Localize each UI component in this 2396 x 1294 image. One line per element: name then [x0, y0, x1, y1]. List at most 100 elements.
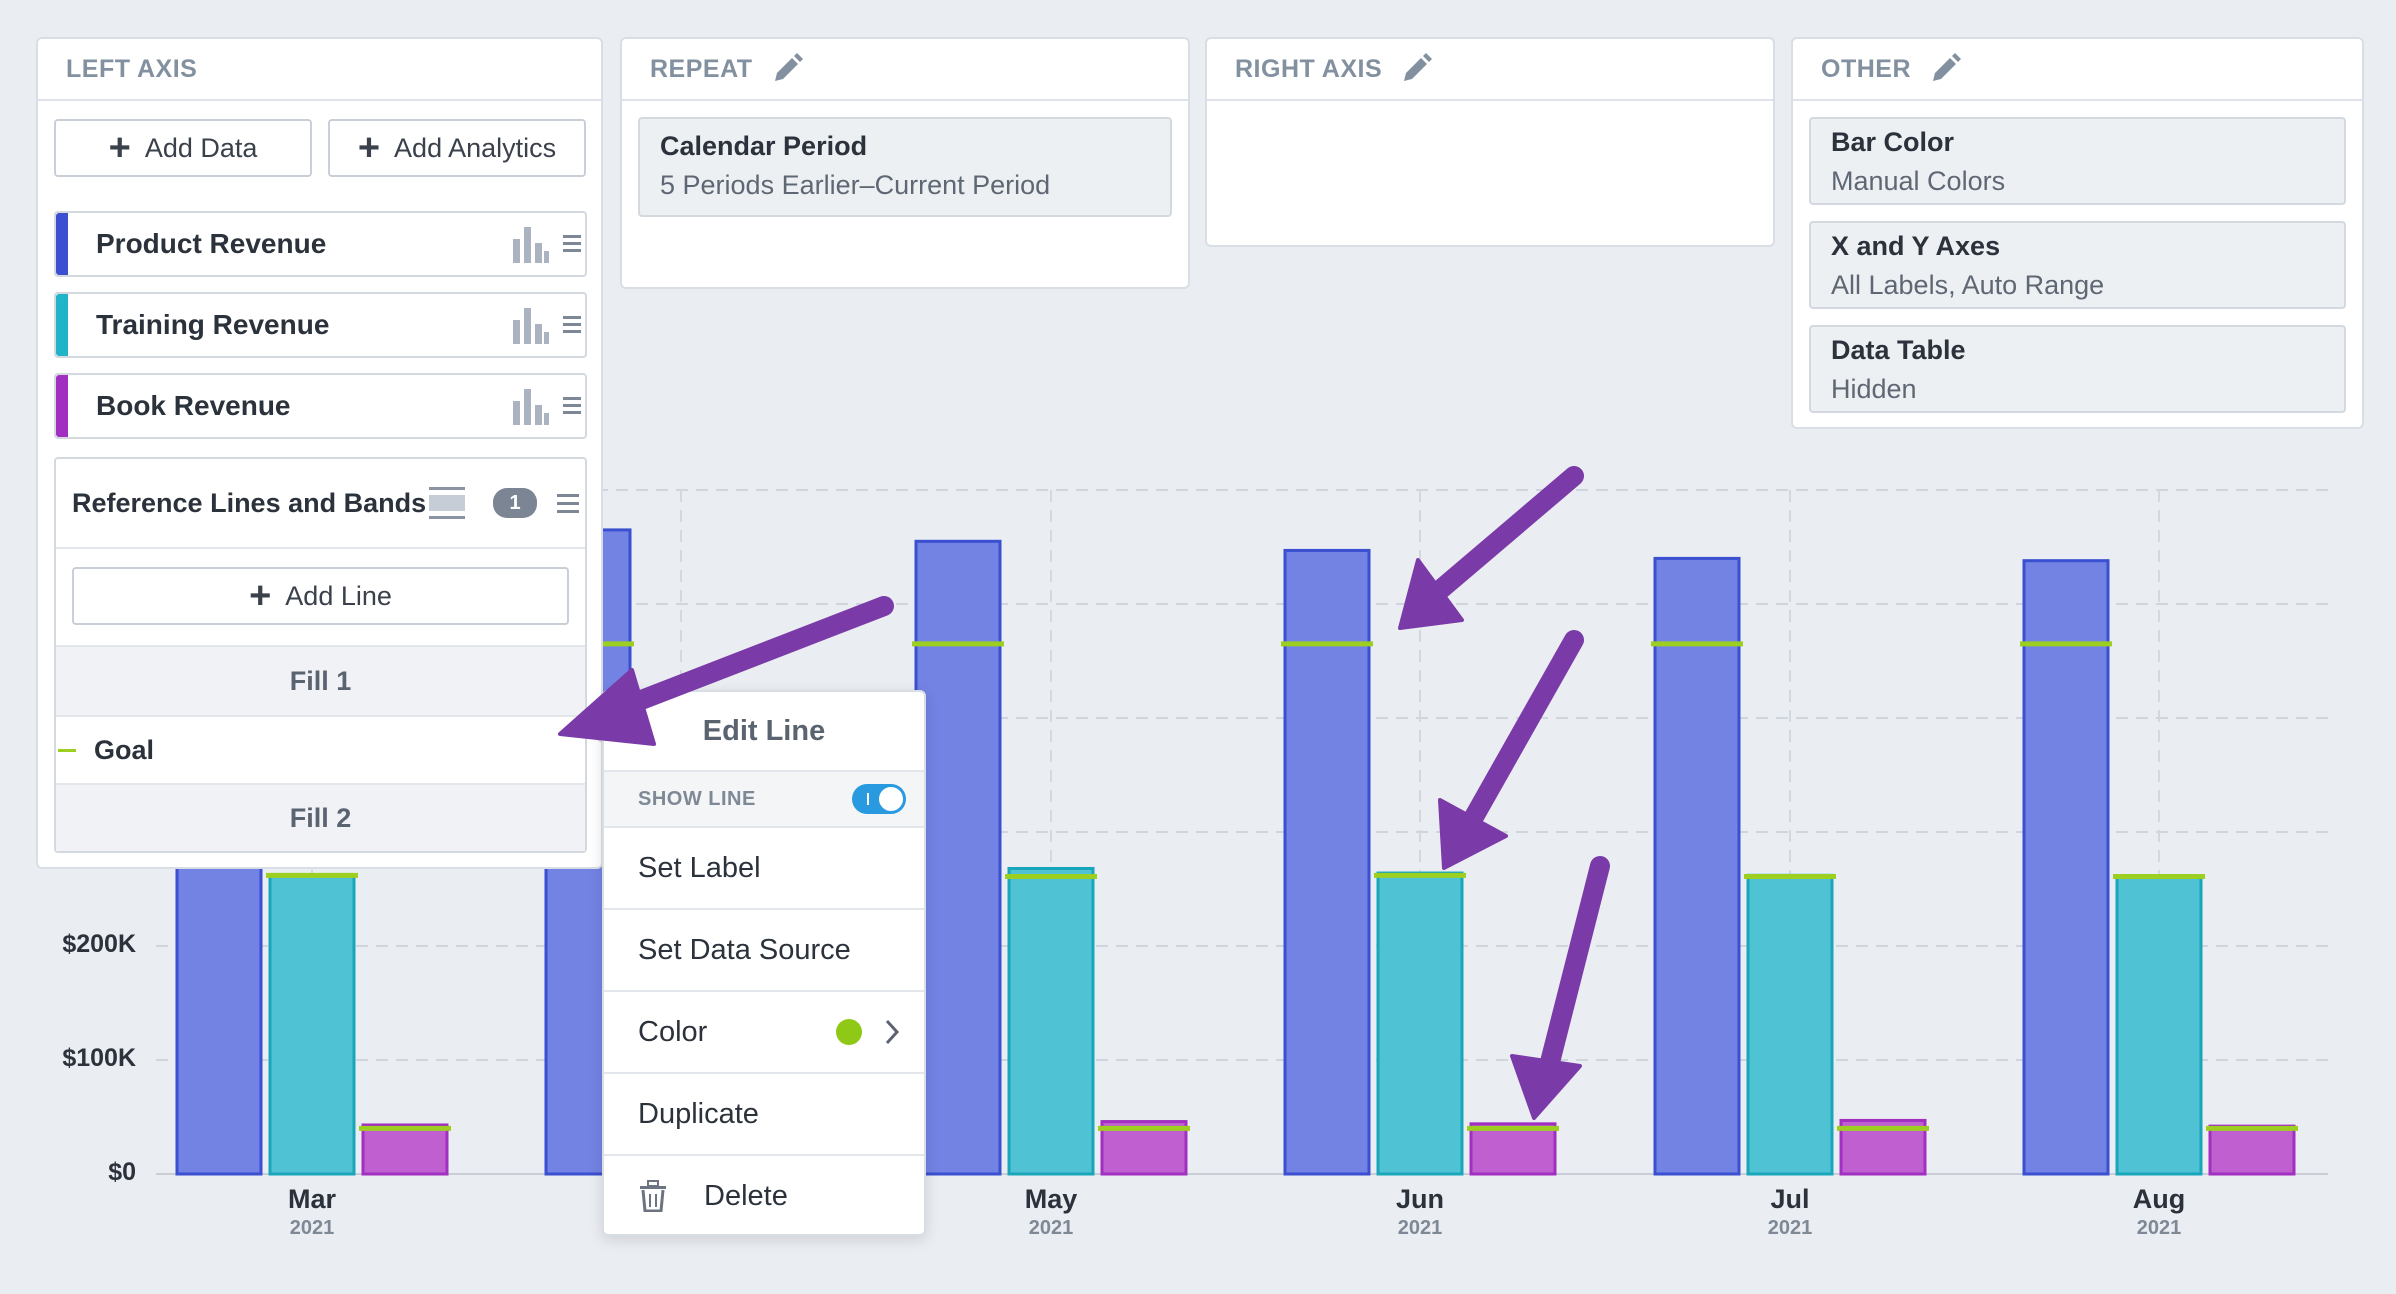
- edit-line-menu: Edit Line SHOW LINE Set Label Set Data S…: [602, 690, 926, 1236]
- left-axis-header: LEFT AXIS: [38, 39, 601, 101]
- bar-2-aug: [2208, 1124, 2296, 1176]
- axes-title: X and Y Axes: [1831, 231, 2001, 261]
- set-label-text: Set Label: [638, 851, 761, 884]
- axes-card[interactable]: X and Y Axes All Labels, Auto Range: [1809, 221, 2346, 309]
- show-line-toggle[interactable]: [852, 784, 906, 814]
- bar-0-may: [914, 539, 1002, 1176]
- pencil-icon[interactable]: [1929, 53, 1961, 85]
- series-item-training-revenue[interactable]: Training Revenue: [54, 292, 587, 358]
- toggle-on-mark: [867, 793, 869, 805]
- reference-lines-section: Reference Lines and Bands 1 + Add Line Fi…: [54, 457, 587, 853]
- left-axis-title: LEFT AXIS: [66, 54, 198, 83]
- duplicate-item[interactable]: Duplicate: [604, 1072, 924, 1154]
- delete-item[interactable]: Delete: [604, 1154, 924, 1236]
- bar-color-value: Manual Colors: [1831, 166, 2006, 196]
- bar-chart-icon[interactable]: [511, 306, 549, 344]
- data-table-value: Hidden: [1831, 374, 1917, 404]
- reference-count-badge: 1: [493, 488, 537, 518]
- data-table-card[interactable]: Data Table Hidden: [1809, 325, 2346, 413]
- add-analytics-button[interactable]: + Add Analytics: [328, 119, 586, 177]
- other-title: OTHER: [1821, 54, 1911, 83]
- bar-1-mar: [268, 873, 356, 1176]
- calendar-period-title: Calendar Period: [660, 131, 868, 161]
- x-tick-year: 2021: [289, 1217, 335, 1239]
- set-data-source-text: Set Data Source: [638, 933, 851, 966]
- bar-1-aug: [2115, 874, 2203, 1176]
- bar-color-title: Bar Color: [1831, 127, 1955, 157]
- add-line-label: Add Line: [285, 580, 392, 611]
- drag-handle-icon[interactable]: [563, 314, 581, 336]
- right-axis-header: RIGHT AXIS: [1207, 39, 1773, 101]
- bar-1-jul: [1746, 873, 1834, 1176]
- x-tick-year: 2021: [1028, 1217, 1074, 1239]
- add-line-button[interactable]: + Add Line: [72, 567, 569, 625]
- right-axis-panel: RIGHT AXIS: [1205, 37, 1775, 247]
- repeat-title: REPEAT: [650, 54, 753, 83]
- repeat-header: REPEAT: [622, 39, 1188, 101]
- drag-handle-icon[interactable]: [563, 233, 581, 255]
- edit-line-title: Edit Line: [702, 714, 826, 747]
- series-color-swatch: [56, 294, 68, 356]
- other-panel: OTHER Bar Color Manual Colors X and Y Ax…: [1791, 37, 2364, 429]
- x-tick-year: 2021: [1397, 1217, 1443, 1239]
- set-label-item[interactable]: Set Label: [604, 826, 924, 908]
- right-axis-title: RIGHT AXIS: [1235, 54, 1383, 83]
- y-tick-label: $100K: [62, 1044, 136, 1072]
- series-item-product-revenue[interactable]: Product Revenue: [54, 211, 587, 277]
- plus-icon: +: [357, 127, 381, 169]
- set-data-source-item[interactable]: Set Data Source: [604, 908, 924, 990]
- trash-icon: [640, 1180, 666, 1212]
- show-line-label: SHOW LINE: [638, 787, 756, 810]
- x-tick-month: Aug: [2132, 1184, 2186, 1214]
- add-analytics-label: Add Analytics: [394, 132, 557, 163]
- bar-chart-icon[interactable]: [511, 387, 549, 425]
- color-text: Color: [638, 1015, 708, 1048]
- pencil-icon[interactable]: [771, 53, 803, 85]
- x-tick-label: Jun 2021: [1360, 1184, 1480, 1240]
- x-tick-month: Mar: [287, 1184, 336, 1214]
- bar-0-aug: [2022, 559, 2110, 1176]
- bar-0-jul: [1653, 556, 1741, 1176]
- calendar-period-value: 5 Periods Earlier–Current Period: [660, 170, 1051, 200]
- series-label: Training Revenue: [96, 309, 330, 340]
- bar-chart-icon[interactable]: [511, 225, 549, 263]
- x-tick-month: May: [1024, 1184, 1078, 1214]
- reference-menu-icon[interactable]: [557, 491, 579, 515]
- y-tick-label: $200K: [62, 930, 136, 958]
- bar-2-mar: [361, 1123, 449, 1176]
- drag-handle-icon[interactable]: [563, 395, 581, 417]
- bar-color-card[interactable]: Bar Color Manual Colors: [1809, 117, 2346, 205]
- color-item[interactable]: Color: [604, 990, 924, 1072]
- fill-2-label: Fill 2: [289, 802, 352, 833]
- x-tick-month: Jun: [1395, 1184, 1444, 1214]
- bar-1-jun: [1376, 871, 1464, 1176]
- x-tick-month: Jul: [1770, 1184, 1810, 1214]
- chevron-right-icon: [885, 1019, 900, 1045]
- add-data-button[interactable]: + Add Data: [54, 119, 312, 177]
- x-tick-year: 2021: [1767, 1217, 1813, 1239]
- series-label: Book Revenue: [96, 390, 291, 421]
- plus-icon: +: [249, 575, 272, 617]
- axes-value: All Labels, Auto Range: [1831, 270, 2105, 300]
- duplicate-text: Duplicate: [638, 1097, 759, 1130]
- x-tick-label: Mar 2021: [252, 1184, 372, 1240]
- series-color-swatch: [56, 213, 68, 275]
- series-item-book-revenue[interactable]: Book Revenue: [54, 373, 587, 439]
- x-tick-label: Jul 2021: [1730, 1184, 1850, 1240]
- fill-1-item[interactable]: Fill 1: [56, 645, 585, 715]
- other-header: OTHER: [1793, 39, 2362, 101]
- y-tick-label: $0: [108, 1158, 136, 1186]
- pencil-icon[interactable]: [1400, 53, 1433, 85]
- plus-icon: +: [108, 127, 131, 169]
- calendar-period-card[interactable]: Calendar Period 5 Periods Earlier–Curren…: [638, 117, 1172, 217]
- fill-2-item[interactable]: Fill 2: [56, 785, 585, 851]
- goal-line-item[interactable]: Goal: [56, 715, 585, 785]
- fill-1-label: Fill 1: [289, 665, 352, 696]
- goal-line-swatch: [58, 748, 76, 752]
- repeat-panel: REPEAT Calendar Period 5 Periods Earlier…: [620, 37, 1190, 289]
- show-line-row: SHOW LINE: [604, 770, 924, 826]
- delete-text: Delete: [704, 1179, 788, 1212]
- color-swatch: [836, 1019, 862, 1045]
- toggle-knob: [879, 787, 903, 811]
- reference-band-icon: [429, 487, 465, 519]
